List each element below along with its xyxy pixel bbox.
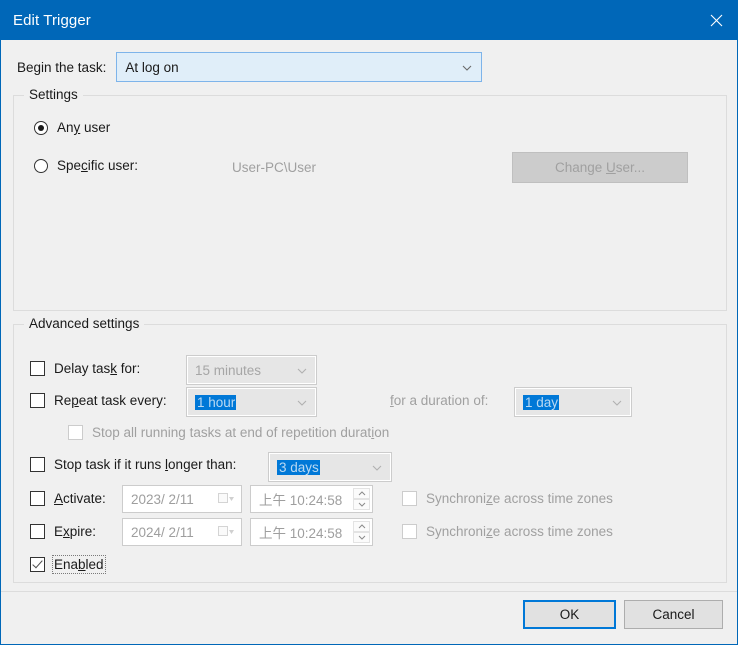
chevron-down-icon	[462, 58, 472, 76]
close-icon	[710, 14, 722, 26]
spinner-down-button[interactable]	[353, 532, 370, 543]
checkbox-repeat-task-label: Repeat task every:	[54, 393, 167, 408]
footer-separator	[1, 591, 737, 592]
checkbox-activate-label: Activate:	[54, 491, 106, 506]
begin-task-label: Begin the task:	[17, 59, 107, 75]
chevron-down-icon	[358, 535, 365, 540]
settings-group-title: Settings	[24, 87, 83, 102]
specific-user-value: User-PC\User	[232, 160, 317, 175]
expire-time-field[interactable]: 上午 10:24:58	[250, 518, 373, 546]
chevron-down-icon	[297, 361, 307, 379]
delay-task-combobox[interactable]: 15 minutes	[186, 355, 317, 385]
checkbox-expire-label: Expire:	[54, 524, 97, 539]
window-title: Edit Trigger	[13, 11, 91, 29]
chevron-down-icon	[372, 458, 382, 476]
repeat-interval-value: 1 hour	[195, 394, 237, 410]
cancel-button-label: Cancel	[652, 607, 695, 622]
checkbox-expire-indicator	[30, 524, 45, 539]
advanced-settings-group-title: Advanced settings	[24, 316, 145, 331]
settings-group: Settings	[13, 87, 727, 311]
checkbox-activate-indicator	[30, 491, 45, 506]
checkbox-delay-task-indicator	[30, 361, 45, 376]
radio-any-user-label: Any user	[57, 120, 111, 135]
checkbox-enabled-indicator	[30, 557, 45, 572]
spinner-up-button[interactable]	[353, 521, 370, 532]
change-user-button[interactable]: Change User...	[512, 152, 688, 183]
checkbox-sync-timezones-expire[interactable]: Synchronize across time zones	[402, 524, 613, 539]
radio-specific-user[interactable]: Specific user:	[34, 158, 138, 173]
chevron-down-icon	[297, 393, 307, 411]
ok-button[interactable]: OK	[523, 600, 616, 629]
checkbox-stop-task-longer-than[interactable]: Stop task if it runs longer than:	[30, 457, 236, 472]
activate-time-field[interactable]: 上午 10:24:58	[250, 485, 373, 513]
checkbox-repeat-task-indicator	[30, 393, 45, 408]
expire-date-value: 2024/ 2/11	[131, 524, 194, 540]
edit-trigger-dialog: Edit Trigger Begin the task: At log on S…	[0, 0, 738, 645]
checkbox-stop-all-running-tasks-label: Stop all running tasks at end of repetit…	[92, 425, 390, 440]
title-bar: Edit Trigger	[1, 0, 737, 40]
checkbox-stop-all-running-tasks-indicator	[68, 425, 83, 440]
chevron-up-icon	[358, 491, 365, 496]
begin-task-value: At log on	[125, 59, 179, 75]
checkbox-enabled-label: Enabled	[52, 555, 106, 574]
stop-task-duration-value: 3 days	[277, 459, 320, 475]
activate-date-field[interactable]: 2023/ 2/11	[122, 485, 242, 513]
duration-label: for a duration of:	[390, 393, 489, 408]
delay-task-value: 15 minutes	[195, 362, 262, 378]
chevron-up-icon	[358, 524, 365, 529]
chevron-down-icon	[358, 502, 365, 507]
calendar-dropdown-icon[interactable]	[218, 493, 235, 505]
chevron-down-icon	[612, 393, 622, 411]
checkbox-stop-all-running-tasks[interactable]: Stop all running tasks at end of repetit…	[68, 425, 389, 440]
checkbox-sync-timezones-activate-label: Synchronize across time zones	[426, 491, 613, 506]
checkbox-sync-timezones-activate[interactable]: Synchronize across time zones	[402, 491, 613, 506]
checkbox-expire[interactable]: Expire:	[30, 524, 96, 539]
checkbox-sync-timezones-expire-label: Synchronize across time zones	[426, 524, 613, 539]
activate-time-spinner[interactable]	[353, 488, 370, 510]
checkbox-repeat-task[interactable]: Repeat task every:	[30, 393, 167, 408]
activate-date-value: 2023/ 2/11	[131, 491, 194, 507]
begin-task-row: Begin the task: At log on	[17, 52, 483, 82]
expire-date-field[interactable]: 2024/ 2/11	[122, 518, 242, 546]
radio-any-user[interactable]: Any user	[34, 120, 110, 135]
expire-time-value: 上午 10:24:58	[259, 526, 343, 541]
duration-value: 1 day	[523, 394, 560, 410]
checkbox-sync-timezones-expire-indicator	[402, 524, 417, 539]
spinner-down-button[interactable]	[353, 499, 370, 510]
stop-task-duration-combobox[interactable]: 3 days	[268, 452, 392, 482]
checkbox-delay-task[interactable]: Delay task for:	[30, 361, 140, 376]
duration-combobox[interactable]: 1 day	[514, 387, 632, 417]
checkbox-activate[interactable]: Activate:	[30, 491, 106, 506]
change-user-label: Change User...	[554, 160, 646, 175]
repeat-interval-combobox[interactable]: 1 hour	[186, 387, 317, 417]
begin-task-combobox[interactable]: At log on	[116, 52, 483, 82]
checkbox-stop-task-longer-than-indicator	[30, 457, 45, 472]
close-button[interactable]	[693, 0, 737, 40]
checkbox-enabled[interactable]: Enabled	[30, 555, 106, 574]
checkbox-stop-task-longer-than-label: Stop task if it runs longer than:	[54, 457, 237, 472]
radio-specific-user-indicator	[34, 158, 48, 173]
radio-any-user-indicator	[34, 120, 48, 135]
expire-time-spinner[interactable]	[353, 521, 370, 543]
checkbox-sync-timezones-activate-indicator	[402, 491, 417, 506]
cancel-button[interactable]: Cancel	[624, 600, 723, 629]
radio-specific-user-label: Specific user:	[57, 158, 139, 173]
spinner-up-button[interactable]	[353, 488, 370, 499]
checkbox-delay-task-label: Delay task for:	[54, 361, 141, 376]
activate-time-value: 上午 10:24:58	[259, 493, 343, 508]
calendar-dropdown-icon[interactable]	[218, 526, 235, 538]
ok-button-label: OK	[559, 607, 580, 622]
